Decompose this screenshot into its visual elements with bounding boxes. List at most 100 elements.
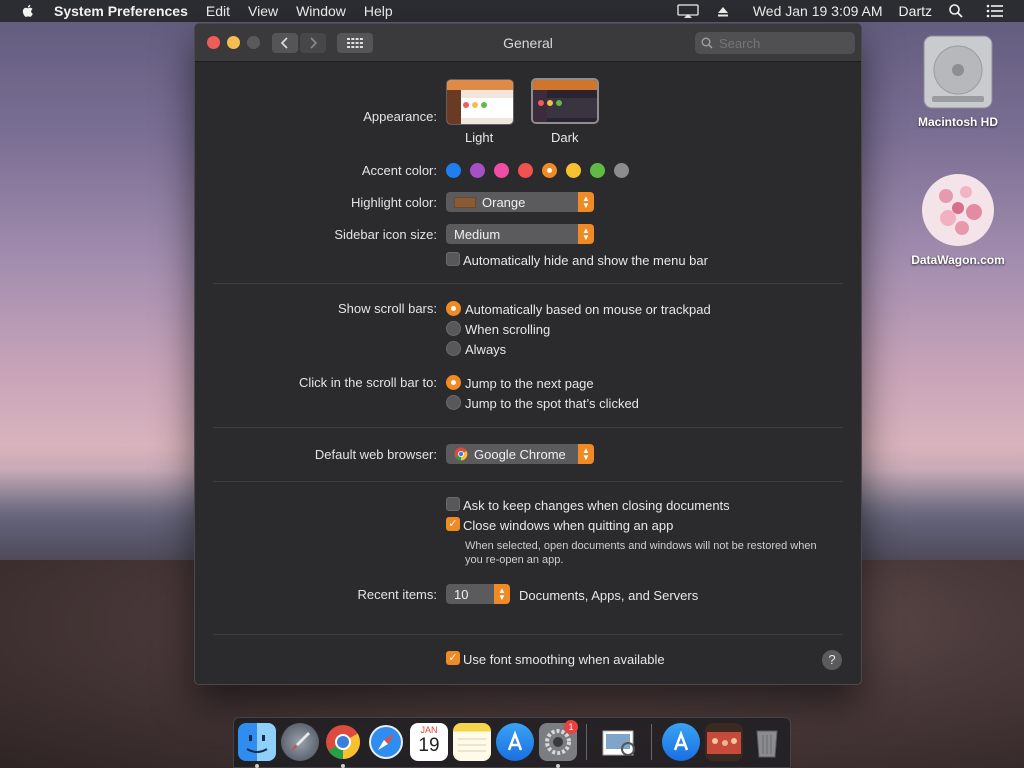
popup-arrows-icon: ▲ ▼ xyxy=(578,444,594,464)
default-browser-value: Google Chrome xyxy=(474,446,566,462)
running-indicator xyxy=(255,764,259,768)
recent-items-value: 10 xyxy=(454,586,469,602)
calendar-month: JAN xyxy=(420,725,438,735)
jump-next-page-radio[interactable] xyxy=(446,375,461,390)
sidebar-icon-size-value: Medium xyxy=(454,226,501,242)
accent-color-pink[interactable] xyxy=(494,163,509,178)
desktop-icon-macintosh-hd[interactable]: Macintosh HD xyxy=(910,32,1006,129)
show-scroll-bars-label: Show scroll bars: xyxy=(338,301,437,316)
trash-icon xyxy=(756,730,778,758)
dock-preview[interactable] xyxy=(600,723,638,761)
apple-menu-icon[interactable] xyxy=(20,3,36,19)
close-windows-checkbox[interactable]: ✓ xyxy=(446,517,460,531)
menu-edit[interactable]: Edit xyxy=(206,3,230,19)
sidebar-icon-size-popup[interactable]: Medium ▲ ▼ xyxy=(446,224,594,244)
desktop-icon-datawagon[interactable]: DataWagon.com xyxy=(900,170,1016,267)
desktop-icon-label: DataWagon.com xyxy=(911,253,1005,267)
appearance-label: Appearance: xyxy=(363,109,437,124)
default-browser-popup[interactable]: Google Chrome ▲ ▼ xyxy=(446,444,594,464)
divider xyxy=(213,481,843,482)
menu-view[interactable]: View xyxy=(248,3,278,19)
search-input[interactable] xyxy=(719,35,839,51)
preferences-window: General Appearance: Light Dark Accent co… xyxy=(194,23,862,685)
divider xyxy=(213,427,843,428)
rocket-icon xyxy=(291,732,310,751)
dock-trash[interactable] xyxy=(748,723,786,761)
accent-color-yellow[interactable] xyxy=(566,163,581,178)
spotlight-search-icon[interactable] xyxy=(948,3,970,19)
dock-launchpad[interactable] xyxy=(281,723,319,761)
running-indicator xyxy=(556,764,560,768)
accent-color-blue[interactable] xyxy=(446,163,461,178)
app-menu[interactable]: System Preferences xyxy=(54,3,188,19)
dock-app-store[interactable] xyxy=(496,723,534,761)
chrome-icon xyxy=(454,447,468,461)
recent-items-suffix: Documents, Apps, and Servers xyxy=(519,588,699,603)
dock-safari[interactable] xyxy=(367,723,405,761)
popup-arrows-icon: ▲ ▼ xyxy=(578,192,594,212)
scroll-bars-automatic-radio[interactable] xyxy=(446,301,461,316)
preview-icon xyxy=(602,730,635,756)
finder-icon xyxy=(246,735,268,753)
accent-color-green[interactable] xyxy=(590,163,605,178)
title-bar: General xyxy=(195,24,861,62)
highlight-color-value: Orange xyxy=(482,194,526,210)
close-windows-note: When selected, open documents and window… xyxy=(465,540,817,566)
auto-hide-menu-bar-label: Automatically hide and show the menu bar xyxy=(463,253,708,268)
appearance-dark-option[interactable] xyxy=(531,78,599,124)
dock-calendar[interactable]: JAN 19 xyxy=(410,723,448,761)
accent-color-graphite[interactable] xyxy=(614,163,629,178)
accent-color-orange[interactable] xyxy=(542,163,557,178)
recent-items-popup[interactable]: 10 ▲ ▼ xyxy=(446,584,510,604)
dock-chrome[interactable] xyxy=(324,723,362,761)
app-store-icon xyxy=(507,730,523,751)
search-icon xyxy=(701,37,713,49)
dock-applications-folder[interactable] xyxy=(662,723,700,761)
dock-notes[interactable] xyxy=(453,723,491,761)
notification-center-icon[interactable] xyxy=(986,3,1008,19)
auto-hide-menu-bar-checkbox[interactable] xyxy=(446,252,460,266)
divider xyxy=(213,634,843,635)
jump-next-page-label: Jump to the next page xyxy=(465,376,594,391)
appearance-light-label: Light xyxy=(465,130,494,145)
running-indicator xyxy=(341,764,345,768)
compass-icon xyxy=(369,725,403,759)
clock[interactable]: Wed Jan 19 3:09 AM xyxy=(753,3,883,19)
notification-badge: 1 xyxy=(564,720,578,734)
eject-icon[interactable] xyxy=(715,3,737,19)
menu-help[interactable]: Help xyxy=(364,3,393,19)
close-windows-label: Close windows when quitting an app xyxy=(463,518,674,533)
click-scroll-bar-label: Click in the scroll bar to: xyxy=(299,375,437,390)
hard-drive-icon xyxy=(923,35,993,109)
scroll-bars-always-label: Always xyxy=(465,342,507,357)
help-button[interactable]: ? xyxy=(822,650,842,670)
search-field[interactable] xyxy=(695,32,855,54)
ask-keep-changes-checkbox[interactable] xyxy=(446,497,460,511)
user-menu[interactable]: Dartz xyxy=(899,3,932,19)
chrome-icon xyxy=(326,725,360,759)
highlight-color-popup[interactable]: Orange ▲ ▼ xyxy=(446,192,594,212)
jump-to-spot-radio[interactable] xyxy=(446,395,461,410)
recent-items-label: Recent items: xyxy=(357,587,437,602)
dock: JAN 19 1 xyxy=(233,717,791,768)
dock-photos-stack[interactable] xyxy=(705,723,743,761)
font-smoothing-checkbox[interactable]: ✓ xyxy=(446,651,460,665)
accent-color-red[interactable] xyxy=(518,163,533,178)
font-smoothing-label: Use font smoothing when available xyxy=(463,652,665,667)
scroll-bars-always-radio[interactable] xyxy=(446,341,461,356)
dock-separator xyxy=(651,724,652,760)
ask-keep-changes-label: Ask to keep changes when closing documen… xyxy=(463,498,730,513)
dock-finder[interactable] xyxy=(238,723,276,761)
menu-bar: System Preferences Edit View Window Help… xyxy=(0,0,1024,22)
accent-color-purple[interactable] xyxy=(470,163,485,178)
jump-to-spot-label: Jump to the spot that’s clicked xyxy=(465,396,639,411)
sidebar-icon-size-label: Sidebar icon size: xyxy=(334,227,437,242)
appearance-light-option[interactable] xyxy=(446,79,514,125)
airplay-icon[interactable] xyxy=(677,3,699,19)
scroll-bars-when-scrolling-radio[interactable] xyxy=(446,321,461,336)
divider xyxy=(213,283,843,284)
notes-icon xyxy=(458,738,486,752)
default-browser-label: Default web browser: xyxy=(314,447,437,462)
popup-arrows-icon: ▲ ▼ xyxy=(494,584,510,604)
menu-window[interactable]: Window xyxy=(296,3,346,19)
